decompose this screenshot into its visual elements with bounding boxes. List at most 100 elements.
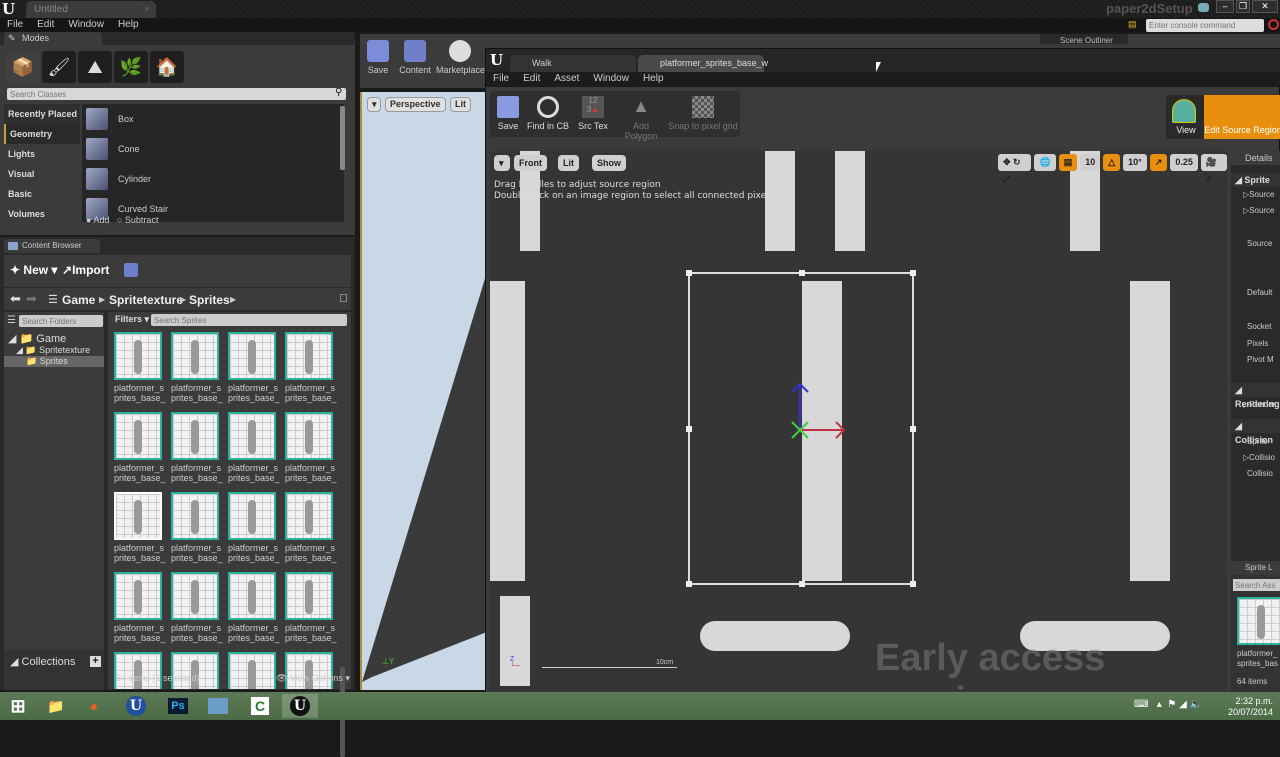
property-row[interactable]: Socket	[1231, 321, 1271, 332]
resize-handle[interactable]	[799, 581, 805, 587]
console-command-input[interactable]	[1146, 19, 1264, 32]
add-radio[interactable]: ● Add	[86, 215, 109, 225]
close-window-button[interactable]: ✕	[1252, 0, 1278, 13]
breadcrumb-sprites[interactable]: Sprites	[189, 293, 230, 307]
folder-game[interactable]: ◢ 📁 Game	[8, 332, 66, 345]
property-row[interactable]: Pixels	[1231, 338, 1268, 349]
class-item-cone[interactable]: Cone	[82, 134, 344, 164]
category-recently-placed[interactable]: Recently Placed	[4, 104, 80, 124]
subtract-radio[interactable]: ○ Subtract	[117, 215, 158, 225]
clock[interactable]: 2:32 p.m. 20/07/2014	[1228, 696, 1273, 718]
folder-spritetexture[interactable]: ◢ 📁 Spritetexture	[16, 345, 90, 356]
lit-button[interactable]: Lit	[450, 97, 471, 112]
category-lights[interactable]: Lights	[4, 144, 80, 164]
paint-mode-icon[interactable]: 🖌	[42, 51, 76, 83]
category-basic[interactable]: Basic	[4, 184, 80, 204]
folder-tree-toggle-icon[interactable]: ☰	[48, 293, 58, 306]
property-row[interactable]: ▷Collisio	[1231, 452, 1275, 463]
geometry-edit-mode-icon[interactable]: 🏠	[150, 51, 184, 83]
transform-mode-buttons[interactable]: ✥ ↻ ⤢	[998, 154, 1032, 184]
filters-button[interactable]: Filters ▾	[115, 314, 149, 325]
asset-tile[interactable]: platformer_sprites_base_	[171, 412, 223, 483]
modes-tab[interactable]: ✎ Modes	[4, 32, 102, 45]
back-arrow-icon[interactable]: ⬅	[10, 291, 21, 307]
rotation-snap-value[interactable]: 10°	[1123, 154, 1147, 171]
asset-tile[interactable]: platformer_sprites_base_	[285, 572, 337, 643]
stop-icon[interactable]	[1268, 19, 1279, 30]
view-mode-button[interactable]: View	[1172, 99, 1200, 135]
section-rendering[interactable]: ◢ Rendering	[1231, 383, 1280, 409]
unreal-engine-icon[interactable]: U	[118, 694, 154, 718]
section-collision[interactable]: ◢ Collision	[1231, 419, 1280, 445]
resize-handle[interactable]	[686, 270, 692, 276]
close-tab-icon[interactable]: ×	[144, 1, 150, 18]
property-row[interactable]: ▷Source	[1231, 205, 1275, 216]
property-row[interactable]: Sprite	[1231, 436, 1268, 447]
resize-handle[interactable]	[799, 270, 805, 276]
breadcrumb-separator-icon[interactable]: ▶	[230, 295, 236, 304]
action-center-flag-icon[interactable]: ⚑	[1167, 699, 1176, 710]
maximize-button[interactable]: ❐	[1236, 0, 1250, 13]
viewport-options-button[interactable]: ▾	[367, 97, 381, 112]
minimize-button[interactable]: –	[1216, 0, 1234, 13]
add-polygon-button[interactable]: ▲ Add Polygon	[616, 96, 666, 141]
add-collection-icon[interactable]: +	[90, 656, 101, 667]
asset-tile[interactable]: platformer_sprites_base_	[114, 492, 166, 563]
property-row[interactable]: Pivot M	[1231, 354, 1274, 365]
resize-handle[interactable]	[910, 426, 916, 432]
menu-edit[interactable]: Edit	[30, 18, 61, 32]
property-row[interactable]: Default	[1231, 287, 1272, 298]
lock-icon[interactable]	[340, 294, 347, 302]
class-item-box[interactable]: Box	[82, 104, 344, 134]
property-row[interactable]: ▷Source	[1231, 189, 1275, 200]
landscape-mode-icon[interactable]: ⛰	[78, 51, 112, 83]
resize-handle[interactable]	[910, 270, 916, 276]
scene-outliner-tab[interactable]: Scene Outliner	[1040, 34, 1128, 45]
details-tab[interactable]: Details	[1231, 151, 1280, 165]
asset-tile[interactable]: platformer_sprites_base_	[228, 492, 280, 563]
camtasia-icon[interactable]: C	[242, 694, 278, 718]
search-assets-input[interactable]	[1233, 579, 1280, 591]
scale-snap-icon[interactable]: ↗	[1149, 154, 1168, 171]
search-icon[interactable]: ⚲	[335, 87, 342, 98]
world-local-icon[interactable]: 🌐	[1034, 154, 1056, 171]
class-item-cylinder[interactable]: Cylinder	[82, 164, 344, 194]
category-volumes[interactable]: Volumes	[4, 204, 80, 224]
menu-asset[interactable]: Asset	[547, 72, 586, 86]
breadcrumb-game[interactable]: Game	[62, 293, 95, 307]
volume-icon[interactable]: 🔈	[1190, 699, 1202, 710]
camera-speed-button[interactable]: 🎥 4	[1200, 154, 1227, 184]
category-visual[interactable]: Visual	[4, 164, 80, 184]
sprite-list-tab[interactable]: Sprite L	[1231, 561, 1280, 575]
marketplace-button[interactable]: Marketplace	[436, 40, 485, 75]
folder-options-icon[interactable]: ☰	[7, 315, 16, 326]
search-assets-input[interactable]	[151, 314, 347, 326]
menu-window[interactable]: Window	[586, 72, 636, 86]
menu-help[interactable]: Help	[636, 72, 671, 86]
menu-window[interactable]: Window	[61, 18, 111, 32]
search-classes-input[interactable]	[7, 88, 346, 100]
menu-help[interactable]: Help	[111, 18, 146, 32]
asset-tile[interactable]: platformer_sprites_base_	[114, 652, 166, 689]
breadcrumb-separator-icon[interactable]: ▶	[180, 295, 186, 304]
menu-file[interactable]: File	[486, 72, 516, 86]
show-hidden-icons[interactable]: ▴	[1157, 699, 1162, 710]
source-region-box[interactable]	[686, 270, 916, 587]
asset-tile[interactable]: platformer_sprites_base_	[171, 492, 223, 563]
content-button[interactable]: Content	[398, 40, 432, 75]
breadcrumb-separator-icon[interactable]: ▶	[99, 295, 105, 304]
asset-tile[interactable]: platformer_sprites_base_	[228, 332, 280, 403]
import-button[interactable]: ↗Import	[62, 263, 109, 277]
pivot-gizmo-icon[interactable]	[788, 374, 858, 444]
asset-tile[interactable]: platformer_sprites_base_	[228, 412, 280, 483]
level-tab[interactable]: Untitled ×	[26, 1, 156, 18]
new-asset-button[interactable]: ✦ New ▾	[10, 263, 57, 277]
asset-tile[interactable]: platformer_sprites_base_	[171, 572, 223, 643]
asset-tile[interactable]: platformer_sprites_base_	[114, 572, 166, 643]
tab-sprite-asset[interactable]: platformer_sprites_base_w	[638, 55, 768, 72]
grid-snap-value[interactable]: 10	[1080, 154, 1101, 171]
asset-tile[interactable]: platformer_sprites_base_	[285, 412, 337, 483]
perspective-button[interactable]: Perspective	[385, 97, 446, 112]
asset-tile[interactable]: platformer_sprites_base_	[114, 332, 166, 403]
sprite-list-thumbnail[interactable]	[1237, 597, 1280, 645]
